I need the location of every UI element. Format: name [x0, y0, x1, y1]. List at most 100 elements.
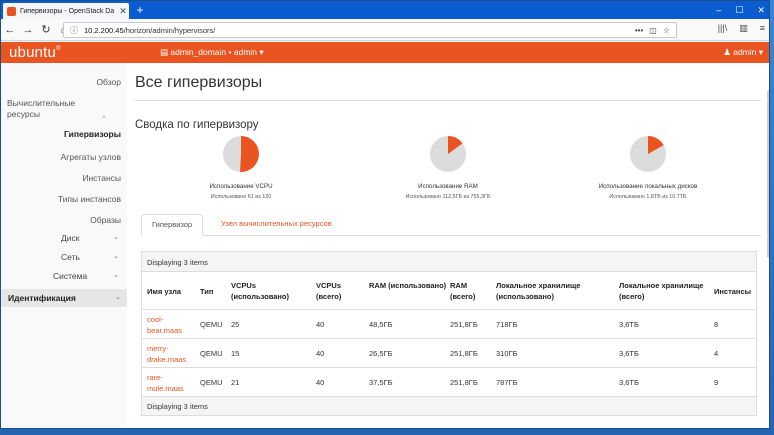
table-cell: 251,8ГБ	[450, 378, 478, 387]
tab-compute-host[interactable]: Узел вычислительных ресурсов	[215, 214, 338, 236]
vcpu-usage-label: Использование VCPU	[209, 183, 273, 190]
main-content: Все гипервизоры Сводка по гипервизору Ис…	[127, 63, 769, 428]
tab-hypervisor[interactable]: Гипервизор	[141, 214, 204, 236]
sidebar-item-network[interactable]: Сеть	[61, 252, 80, 262]
view-tabs: Гипервизор Узел вычислительных ресурсов	[141, 214, 761, 236]
library-icon[interactable]: |||\	[718, 23, 728, 34]
table-cell: QEMU	[200, 320, 223, 329]
table-cell: 3,6ТБ	[619, 349, 639, 358]
sidebar-item-volume[interactable]: Диск	[61, 233, 79, 243]
minimize-icon[interactable]: –	[716, 3, 721, 17]
maximize-icon[interactable]: ☐	[735, 3, 743, 17]
hamburger-menu-icon[interactable]: ≡	[760, 23, 765, 34]
hypervisors-table: Displaying 3 items Имя узла Тип VCPUs (и…	[141, 251, 757, 416]
table-cell: 40	[316, 320, 325, 329]
user-icon: ♟	[723, 47, 734, 57]
sidebar-item-system[interactable]: Система	[53, 271, 87, 281]
table-cell: QEMU	[200, 349, 223, 358]
project-icon: ▤	[160, 47, 171, 57]
table-cell: 37,5ГБ	[369, 378, 393, 387]
table-cell: QEMU	[200, 378, 223, 387]
url-host: 10.2.200.45	[84, 25, 124, 35]
bookmark-star-icon[interactable]: ☆	[663, 26, 670, 35]
host-name-link[interactable]: merry-drake.maas	[147, 343, 193, 365]
column-header[interactable]: Локальное хранилище (использовано)	[496, 280, 596, 302]
sidebar-item-images[interactable]: Образы	[90, 215, 121, 225]
app-header: ubuntu® ▤ admin_domain • admin ▾ ♟ admin…	[1, 42, 769, 63]
table-cell: 25	[231, 320, 240, 329]
url-path: /horizon/admin/hypervisors/	[123, 25, 216, 35]
logo-mark: ®	[56, 46, 61, 52]
sidebar-item-flavors[interactable]: Типы инстансов	[58, 194, 121, 204]
column-header[interactable]: RAM (использовано)	[369, 280, 449, 291]
table-cell: 310ГБ	[496, 349, 518, 358]
ram-usage-sub: Использовано 112,5ГБ из 755,3ГБ	[405, 194, 491, 200]
table-cell: 3,6ТБ	[619, 378, 639, 387]
sidebar-toggle-icon[interactable]: ▥	[739, 23, 748, 34]
tab-title: Гипервизоры - OpenStack Da	[20, 7, 115, 15]
sidebar-item-compute[interactable]: Вычислительные ресурсы	[7, 98, 83, 120]
table-cell: 26,5ГБ	[369, 349, 393, 358]
window-close-icon[interactable]: ✕	[757, 3, 765, 17]
page-scrollbar[interactable]	[767, 90, 769, 258]
title-divider	[135, 100, 761, 101]
reload-icon[interactable]: ↻	[37, 23, 55, 36]
site-info-icon[interactable]: ⓘ	[70, 25, 78, 36]
pocket-icon[interactable]: ◫	[649, 26, 657, 35]
table-cell: 40	[316, 349, 325, 358]
table-cell: 48,5ГБ	[369, 320, 393, 329]
summary-heading: Сводка по гипервизору	[135, 119, 259, 131]
table-header: Имя узла Тип VCPUs (использовано) VCPUs …	[142, 272, 756, 310]
table-cell: 9	[714, 378, 719, 387]
ubuntu-logo[interactable]: ubuntu®	[9, 44, 61, 61]
table-row: rare-mule.maas QEMU 21 40 37,5ГБ 251,8ГБ…	[142, 368, 756, 397]
disk-usage-sub: Использовано 1,8ТБ из 10,7ТБ	[609, 194, 687, 200]
table-cell: 3,6ТБ	[619, 320, 639, 329]
vcpu-usage-sub: Использовано 61 из 120	[210, 194, 272, 200]
page-actions-icon[interactable]: •••	[635, 26, 643, 35]
project-selector[interactable]: ▤ admin_domain • admin ▾	[160, 47, 264, 58]
back-arrow-icon[interactable]: ←	[1, 24, 19, 36]
table-row: merry-drake.maas QEMU 15 40 26,5ГБ 251,8…	[142, 339, 756, 368]
column-header[interactable]: Локальное хранилище (всего)	[619, 280, 714, 302]
table-cell: 251,8ГБ	[450, 320, 478, 329]
column-header[interactable]: VCPUs (использовано)	[231, 280, 303, 302]
column-header[interactable]: Тип	[200, 286, 213, 297]
table-row: cool-bear.maas QEMU 25 40 48,5ГБ 251,8ГБ…	[142, 310, 756, 339]
disk-usage-pie	[630, 136, 666, 172]
host-name-link[interactable]: cool-bear.maas	[147, 314, 193, 336]
sidebar-item-host-aggregates[interactable]: Агрегаты узлов	[61, 152, 121, 162]
identity-chevron-icon: ⌄	[115, 294, 121, 301]
browser-tab[interactable]: Гипервизоры - OpenStack Da ✕	[3, 3, 129, 19]
sidebar-item-overview[interactable]: Обзор	[96, 77, 121, 87]
column-header[interactable]: VCPUs (всего)	[316, 280, 356, 302]
sidebar-item-hypervisors[interactable]: Гипервизоры	[64, 129, 121, 139]
tab-strip: Гипервизоры - OpenStack Da ✕ + – ☐ ✕	[1, 1, 769, 19]
logo-text: ubuntu	[9, 44, 57, 61]
address-bar[interactable]: ⓘ 10.2.200.45/horizon/admin/hypervisors/…	[63, 22, 677, 38]
table-cell: 21	[231, 378, 240, 387]
host-name-link[interactable]: rare-mule.maas	[147, 372, 193, 394]
project-selector-label: admin_domain • admin ▾	[170, 47, 264, 57]
ram-usage-label: Использование RAM	[418, 183, 478, 190]
forward-arrow-icon[interactable]: →	[19, 24, 37, 36]
table-cell: 40	[316, 378, 325, 387]
new-tab-button[interactable]: +	[133, 2, 147, 18]
sidebar-item-identity[interactable]: Идентификация ⌄	[1, 289, 127, 307]
table-cell: 718ГБ	[496, 320, 518, 329]
url-text[interactable]: 10.2.200.45/horizon/admin/hypervisors/	[84, 26, 635, 35]
sidebar-item-instances[interactable]: Инстансы	[82, 173, 121, 183]
column-header[interactable]: Инстансы	[714, 286, 751, 297]
disk-usage-label: Использование локальных дисков	[598, 183, 698, 190]
user-menu[interactable]: ♟ admin ▾	[723, 47, 763, 58]
compute-chevron-icon: ⌃	[101, 116, 107, 123]
pie-slice-used	[240, 136, 259, 172]
column-header[interactable]: Имя узла	[147, 286, 181, 297]
column-header[interactable]: RAM (всего)	[450, 280, 490, 302]
page-title: Все гипервизоры	[135, 74, 263, 91]
table-cell: 787ГБ	[496, 378, 518, 387]
tab-close-icon[interactable]: ✕	[117, 6, 129, 17]
openstack-favicon-icon	[7, 6, 16, 16]
window-controls: – ☐ ✕	[716, 3, 765, 17]
identity-label: Идентификация	[8, 293, 76, 303]
